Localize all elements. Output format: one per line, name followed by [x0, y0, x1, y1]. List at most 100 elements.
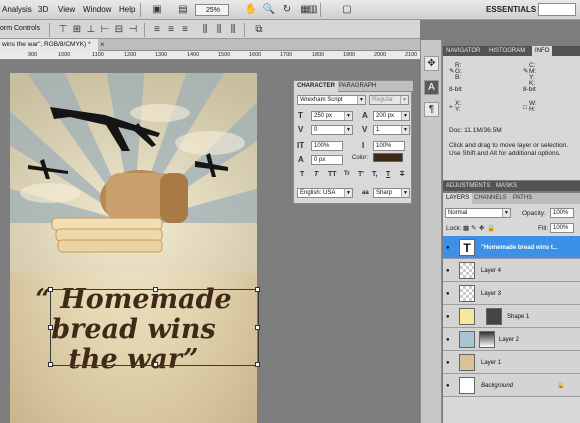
eye-icon[interactable]: ● — [446, 244, 450, 252]
superscript-button[interactable]: T' — [358, 171, 364, 178]
font-style-select[interactable]: Regular ▼ — [369, 95, 409, 105]
auto-align-icon[interactable]: ⧉ — [252, 23, 266, 36]
eye-icon[interactable]: ● — [446, 382, 450, 390]
horizontal-scale-field[interactable]: 100% — [373, 141, 405, 151]
separator — [320, 3, 321, 17]
vertical-scale-field[interactable]: 100% — [311, 141, 343, 151]
layer-row-shape-1[interactable]: ● Shape 1 — [443, 305, 580, 328]
faux-bold-button[interactable]: T — [300, 171, 304, 178]
distribute-bottom-icon[interactable]: ≡ — [178, 23, 192, 36]
language-select[interactable]: English: USA ▼ — [297, 188, 353, 198]
character-panel-tabs: CHARACTER PARAGRAPH — [294, 81, 413, 92]
menu-3d[interactable]: 3D — [38, 5, 48, 14]
move-tool-icon[interactable]: ✥ — [424, 56, 439, 71]
all-caps-button[interactable]: TT — [328, 171, 337, 178]
zoom-tool-icon[interactable]: 🔍 — [262, 3, 276, 16]
distribute-hcenter-icon[interactable]: ⫼ — [212, 23, 226, 36]
bit-depth-right: 8-bit — [523, 86, 536, 93]
kerning-field[interactable]: 0 ▼ — [311, 125, 353, 135]
antialias-select[interactable]: Sharp ▼ — [373, 188, 410, 198]
poster-canvas[interactable]: “ Homemade bread wins the war” — [10, 73, 257, 423]
tracking-field[interactable]: 1 ▼ — [373, 125, 410, 135]
strikethrough-button[interactable]: T — [400, 171, 404, 178]
menu-help[interactable]: Help — [119, 5, 135, 14]
bridge-icon[interactable]: ▣ — [150, 3, 164, 16]
align-top-icon[interactable]: ⊤ — [56, 23, 70, 36]
font-size-field[interactable]: 250 px ▼ — [311, 111, 353, 121]
workspace-switcher[interactable]: ESSENTIALS — [486, 5, 536, 14]
eyedropper-icon: ✎ — [523, 68, 529, 75]
headline-line-1: “ Homemade — [35, 284, 232, 315]
layer-row-layer-2[interactable]: ● Layer 2 — [443, 328, 580, 351]
eye-icon[interactable]: ● — [446, 267, 450, 275]
layer-name: Layer 4 — [481, 268, 502, 274]
fill-field[interactable]: 100% — [550, 223, 574, 233]
lock-image-icon[interactable]: ✎ — [471, 225, 476, 233]
screen-mode-icon[interactable]: ▢ — [340, 3, 354, 16]
eye-icon[interactable]: ● — [446, 336, 450, 344]
underline-button[interactable]: T — [386, 171, 390, 178]
blend-mode-select[interactable]: Normal ▼ — [445, 208, 511, 218]
menu-analysis[interactable]: Analysis — [2, 5, 32, 14]
tab-layers[interactable]: LAYERS — [443, 193, 473, 204]
leading-field[interactable]: 200 px ▼ — [373, 111, 410, 121]
tab-histogram[interactable]: HISTOGRAM — [486, 46, 528, 56]
eye-icon[interactable]: ● — [446, 313, 450, 321]
blend-mode-value: Normal — [448, 210, 468, 216]
info-panel: R: G: B: ✎ C: M: Y: K: ✎ 8-bit 8-bit + X… — [443, 56, 580, 180]
tab-masks[interactable]: MASKS — [493, 181, 520, 191]
view-extras-icon[interactable]: ▤ — [176, 3, 190, 16]
ruler-number: 1500 — [218, 52, 231, 58]
align-hcenter-icon[interactable]: ⊟ — [112, 23, 126, 36]
transform-controls-label[interactable]: orm Controls — [0, 25, 40, 32]
lock-all-icon[interactable]: 🔒 — [487, 225, 495, 233]
align-vcenter-icon[interactable]: ⊞ — [70, 23, 84, 36]
rotate-view-icon[interactable]: ↻ — [280, 3, 294, 16]
baseline-shift-field[interactable]: 0 px — [311, 155, 343, 165]
opacity-field[interactable]: 100% — [550, 208, 574, 218]
text-color-swatch[interactable] — [373, 153, 403, 162]
layer-row-layer-4[interactable]: ● Layer 4 — [443, 259, 580, 282]
distribute-right-icon[interactable]: ⫼ — [226, 23, 240, 36]
distribute-top-icon[interactable]: ≡ — [150, 23, 164, 36]
menu-window[interactable]: Window — [83, 5, 111, 14]
layer-row-background[interactable]: ● Background 🔒 — [443, 374, 580, 397]
character-panel-icon[interactable]: A — [424, 80, 439, 95]
tab-adjustments[interactable]: ADJUSTMENTS — [443, 181, 493, 191]
paragraph-panel-icon[interactable]: ¶ — [424, 102, 439, 117]
info-b-label: B: — [455, 74, 462, 81]
lock-position-icon[interactable]: ✥ — [479, 225, 484, 233]
subscript-button[interactable]: T, — [372, 171, 377, 178]
close-icon[interactable]: × — [100, 39, 105, 51]
font-size-value: 250 px — [314, 113, 333, 119]
info-panel-tabs: NAVIGATOR HISTOGRAM INFO — [443, 46, 580, 56]
eye-icon[interactable]: ● — [446, 359, 450, 367]
align-left-icon[interactable]: ⊢ — [98, 23, 112, 36]
layer-row-layer-3[interactable]: ● Layer 3 — [443, 282, 580, 305]
align-bottom-icon[interactable]: ⊥ — [84, 23, 98, 36]
document-tab[interactable]: wins the war", RGB/8/CMYK) * — [0, 39, 98, 51]
tab-paragraph[interactable]: PARAGRAPH — [336, 81, 379, 92]
tab-info[interactable]: INFO — [532, 46, 553, 56]
distribute-left-icon[interactable]: ⫼ — [198, 23, 212, 36]
distribute-vcenter-icon[interactable]: ≡ — [164, 23, 178, 36]
align-right-icon[interactable]: ⊣ — [126, 23, 140, 36]
menu-view[interactable]: View — [58, 5, 75, 14]
layer-row-layer-1[interactable]: ● Layer 1 — [443, 351, 580, 374]
small-caps-button[interactable]: Tr — [344, 171, 350, 177]
hand-tool-icon[interactable]: ✋ — [244, 3, 258, 16]
faux-italic-button[interactable]: T — [314, 171, 318, 178]
search-input[interactable] — [538, 3, 576, 16]
headline-text[interactable]: “ Homemade bread wins the war” — [10, 285, 257, 375]
tab-navigator[interactable]: NAVIGATOR — [443, 46, 483, 56]
tab-channels[interactable]: CHANNELS — [471, 193, 510, 204]
layer-row-text[interactable]: ● T "Homemade bread wins t... — [443, 236, 580, 259]
font-family-select[interactable]: Wrexham Script ▼ — [297, 95, 366, 105]
eye-icon[interactable]: ● — [446, 290, 450, 298]
zoom-level[interactable]: 25% — [195, 4, 229, 16]
horizontal-ruler[interactable]: 900 1000 1100 1200 1300 1400 1500 1600 1… — [0, 51, 420, 60]
arrange-documents-icon[interactable]: ▥ — [306, 3, 320, 16]
tab-character[interactable]: CHARACTER — [294, 81, 338, 92]
tab-paths[interactable]: PATHS — [510, 193, 535, 204]
lock-transparent-icon[interactable]: ▩ — [463, 225, 469, 233]
